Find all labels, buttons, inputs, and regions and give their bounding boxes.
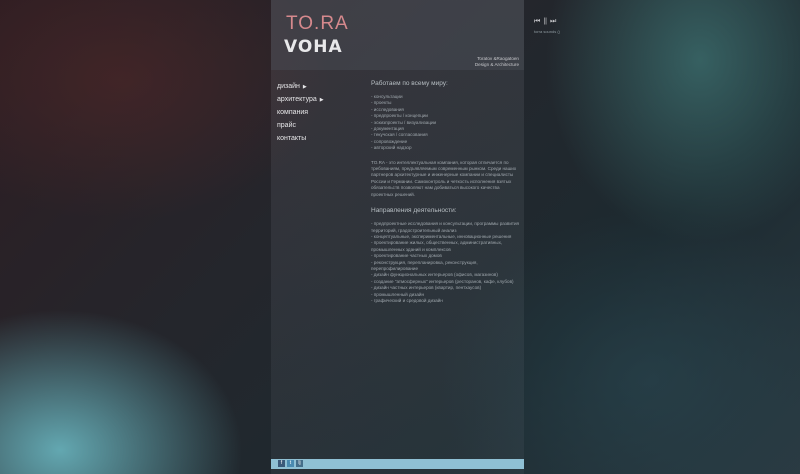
list-item: - предпроектные исследования и консульта… (371, 221, 520, 233)
list-item: - реконструкция, перепланировка, реконст… (371, 259, 478, 271)
directions-heading: Направления деятельности: (371, 207, 457, 215)
logo-voha[interactable]: VOHA (284, 37, 343, 57)
nav-item-design[interactable]: дизайн ▶ (277, 80, 324, 93)
nav-item-label: компания (277, 109, 309, 116)
list-item: - проектирование жилых, общественных, ад… (371, 240, 503, 252)
social-links: f t lj (278, 460, 303, 467)
directions-list: - предпроектные исследования и консульта… (371, 221, 521, 304)
tagline: Toratov &Raogatoen Design & Architecture (455, 56, 519, 67)
chevron-right-icon: ▶ (302, 84, 307, 90)
track-label: torra sounds () (534, 29, 561, 34)
nav-item-price[interactable]: прайс (277, 119, 324, 132)
nav-item-label: дизайн (277, 83, 300, 90)
main-nav: дизайн ▶ архитектура ▶ компания прайс конт… (277, 80, 324, 145)
nav-item-architecture[interactable]: архитектура ▶ (277, 93, 324, 106)
nav-item-label: архитектура (277, 96, 317, 103)
livejournal-icon[interactable]: lj (296, 460, 303, 467)
nav-item-company[interactable]: компания (277, 106, 324, 119)
services-list: - консультации - проекты - исследования … (371, 94, 521, 152)
nav-item-label: прайс (277, 122, 296, 129)
prev-track-icon[interactable]: ⏮ (534, 18, 540, 26)
about-paragraph: TO.RA - это интеллектуальная компания, к… (371, 159, 517, 197)
facebook-icon[interactable]: f (278, 460, 285, 467)
services-heading: Работаем по всему миру: (371, 80, 448, 87)
nav-item-label: контакты (277, 135, 307, 142)
list-item: - графический и средовой дизайн (371, 297, 443, 303)
pause-icon[interactable]: || (543, 18, 547, 26)
next-track-icon[interactable]: ⏭ (550, 18, 556, 26)
twitter-icon[interactable]: t (287, 460, 294, 467)
nav-item-contacts[interactable]: контакты (277, 132, 324, 145)
main-content: Работаем по всему миру: - консультации -… (371, 79, 521, 312)
audio-player: ⏮ || ⏭ torra sounds () (534, 18, 560, 34)
chevron-right-icon: ▶ (319, 97, 324, 103)
logo-tora[interactable]: TO.RA (286, 13, 349, 35)
footer-bar (271, 459, 524, 469)
tagline-line-2: Design & Architecture (474, 61, 519, 67)
list-item: - авторский надзор (371, 145, 412, 151)
